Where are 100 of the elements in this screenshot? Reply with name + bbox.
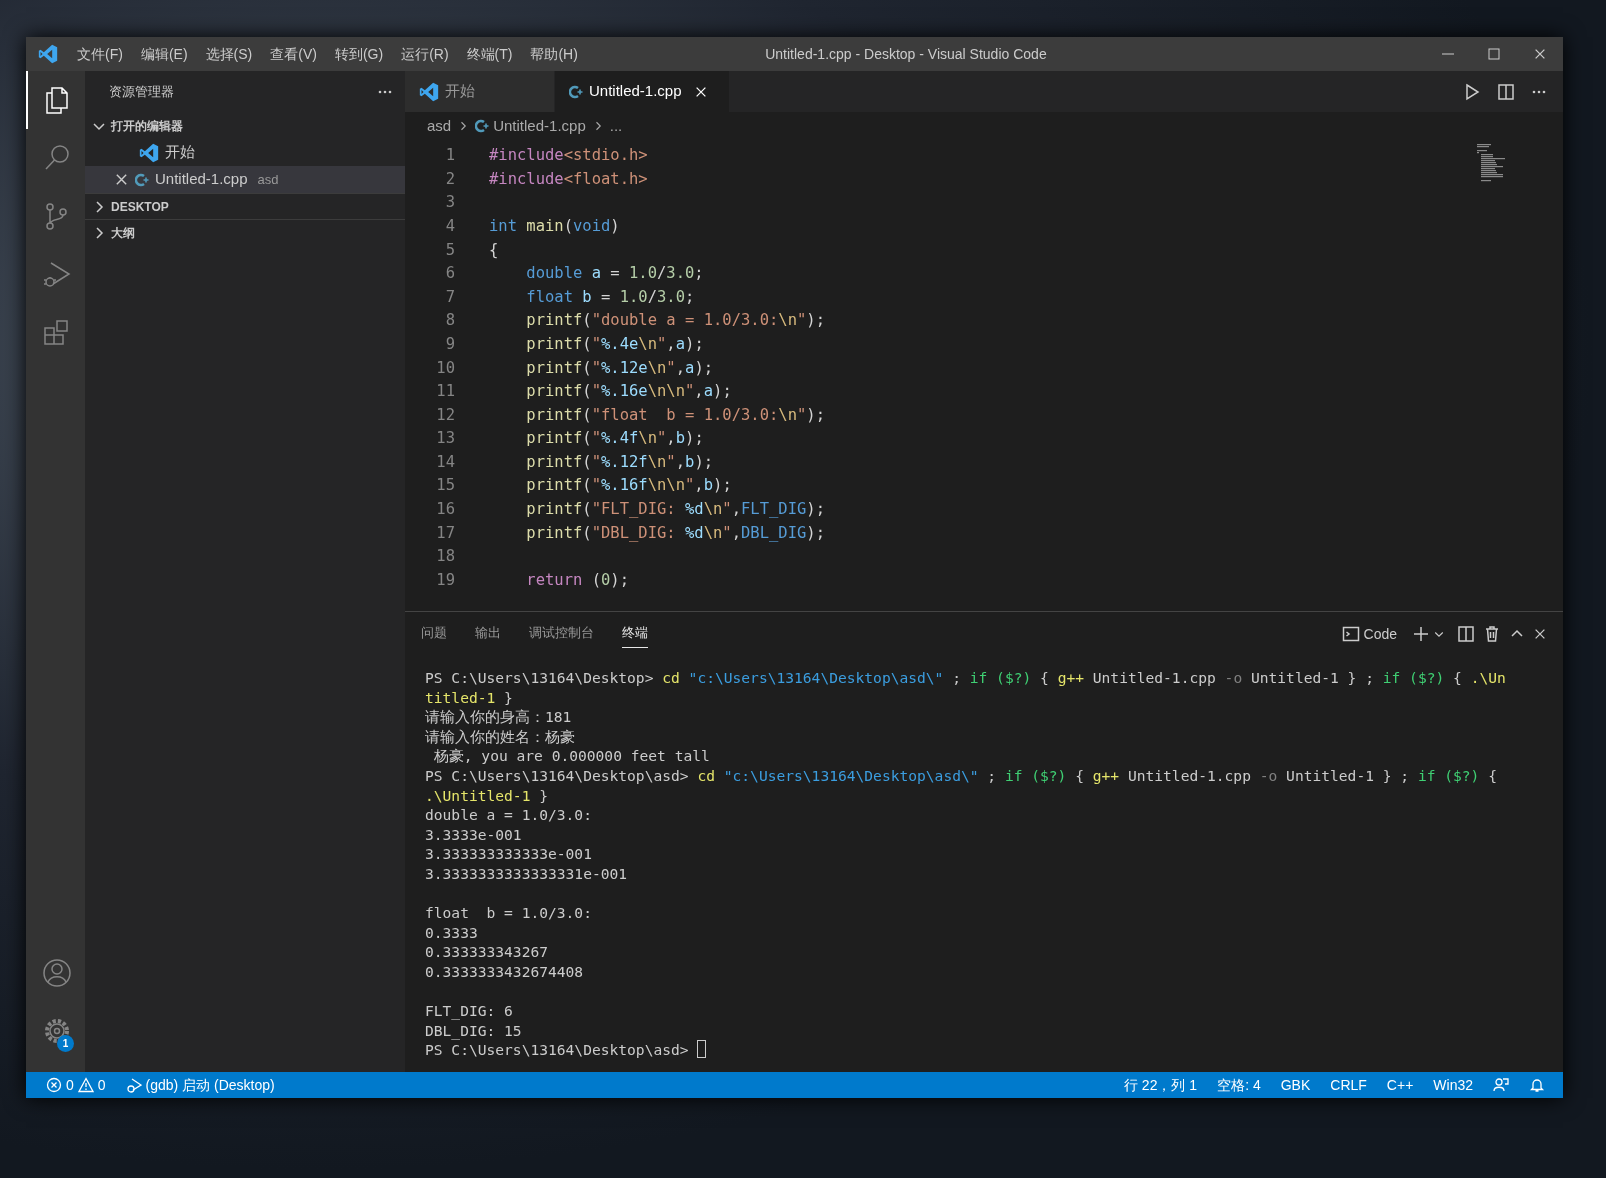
plus-icon <box>1413 626 1429 642</box>
open-editor-item[interactable]: Untitled-1.cpp asd <box>85 166 405 193</box>
warning-count: 0 <box>97 1075 106 1095</box>
cpp-file-icon <box>475 119 490 133</box>
close-icon <box>1533 47 1547 61</box>
terminal-line: 3.3333333333333331e-001 <box>425 863 629 884</box>
editor-tab[interactable]: Untitled-1.cpp <box>555 71 730 112</box>
line-number: 17 <box>435 522 455 544</box>
run-debug-icon <box>41 259 72 289</box>
status-item[interactable]: GBK <box>1270 1072 1321 1098</box>
terminal-line: 0.3333 <box>425 922 479 943</box>
terminal-selector[interactable]: Code <box>1337 621 1401 647</box>
terminal-icon <box>1341 625 1360 643</box>
status-item[interactable]: 空格: 4 <box>1207 1072 1271 1098</box>
menu-item[interactable]: 查看(V) <box>261 43 326 65</box>
breadcrumb-item[interactable]: ... <box>607 114 625 138</box>
error-icon <box>46 1077 62 1093</box>
line-number: 9 <box>444 333 455 355</box>
sidebar-title: 资源管理器 <box>109 83 174 102</box>
status-item[interactable]: 行 22，列 1 <box>1114 1072 1208 1098</box>
minimap-drawing <box>1477 144 1507 184</box>
notification-badge: 1 <box>57 1035 74 1052</box>
line-number: 6 <box>444 263 455 285</box>
code-line: return (0); <box>525 569 629 591</box>
editor-tab[interactable]: 开始 <box>405 71 555 112</box>
problems-status[interactable]: 0 0 <box>36 1072 116 1098</box>
breadcrumb-item[interactable]: asd <box>425 114 454 138</box>
menu-item[interactable]: 运行(R) <box>392 43 458 65</box>
split-editor-icon[interactable] <box>1497 82 1515 101</box>
section-header[interactable]: DESKTOP <box>85 193 405 219</box>
code-line: printf("%.16e\n\n",a); <box>525 381 732 403</box>
code-line: double a = 1.0/3.0; <box>525 263 704 285</box>
code-line: printf("FLT_DIG: %d\n",FLT_DIG); <box>525 499 826 521</box>
menu-item[interactable]: 编辑(E) <box>131 43 197 65</box>
status-item[interactable]: CRLF <box>1320 1072 1377 1098</box>
run-icon[interactable] <box>1463 82 1481 101</box>
panel-tab[interactable]: 问题 <box>421 620 447 648</box>
menu-item[interactable]: 转到(G) <box>325 43 393 65</box>
terminal-line: 0.333333343267 <box>425 942 549 962</box>
trash-icon[interactable] <box>1483 625 1501 643</box>
close-icon[interactable] <box>114 172 129 187</box>
menu-item[interactable]: 帮助(H) <box>521 43 587 65</box>
terminal-line: 杨豪, you are 0.000000 feet tall <box>432 746 711 766</box>
terminal-line: DBL_DIG: 15 <box>425 1020 523 1041</box>
terminal-line: .\Untitled-1 } <box>425 785 549 806</box>
folder-description: asd <box>257 170 279 189</box>
menu-item[interactable]: 终端(T) <box>457 43 522 65</box>
debug-status[interactable]: (gdb) 启动 (Desktop) <box>115 1072 285 1098</box>
line-number: 11 <box>435 381 455 403</box>
terminal-line: 3.333333333333e-001 <box>425 844 593 864</box>
panel-tab[interactable]: 调试控制台 <box>529 620 594 648</box>
terminal-line: double a = 1.0/3.0: <box>425 805 593 825</box>
line-number: 5 <box>444 239 455 261</box>
activity-bar-item[interactable]: 1 <box>26 1002 85 1060</box>
status-item[interactable]: C++ <box>1376 1072 1424 1098</box>
split-terminal-icon[interactable] <box>1457 625 1475 643</box>
accounts-icon <box>41 958 72 988</box>
breadcrumb-item[interactable]: Untitled-1.cpp <box>473 114 588 138</box>
open-editor-item[interactable]: 开始 <box>85 139 405 166</box>
error-count: 0 <box>66 1075 74 1095</box>
feedback-icon <box>1493 1077 1509 1093</box>
code-logo-icon <box>38 44 58 64</box>
line-number: 13 <box>435 428 455 450</box>
code-line: printf("DBL_DIG: %d\n",DBL_DIG); <box>525 522 826 544</box>
menu-item[interactable]: 选择(S) <box>196 43 262 65</box>
terminal-line: 0.3333333432674408 <box>425 961 585 982</box>
cpp-file-icon <box>135 172 149 187</box>
terminal-line: 3.3333e-001 <box>425 824 523 845</box>
code-line: printf("%.4f\n",b); <box>525 428 704 450</box>
code-line: printf("%.16f\n\n",b); <box>525 475 732 497</box>
code-line: printf("%.12e\n",a); <box>525 357 714 379</box>
terminal-line: 请输入你的姓名：杨豪 <box>425 726 576 747</box>
line-number: 1 <box>444 145 455 167</box>
terminal-line: PS C:\Users\13164\Desktop> cd "c:\Users\13164\Desktop\asd\" ; if ($?) { g++ Untitled-1.cpp -o Untitled-1 } ; if ($?) { .\Un <box>425 668 1507 688</box>
line-number: 19 <box>435 569 455 591</box>
line-number: 16 <box>435 499 455 521</box>
close-icon[interactable] <box>1533 627 1547 641</box>
code-line: printf("%.12f\n",b); <box>525 451 714 473</box>
line-number: 7 <box>444 286 455 308</box>
panel-tab[interactable]: 输出 <box>475 620 501 648</box>
line-number: 3 <box>444 192 455 214</box>
code-line: float b = 1.0/3.0; <box>525 286 695 308</box>
code-line: printf("float b = 1.0/3.0:\n"); <box>525 404 825 426</box>
line-number: 8 <box>444 310 455 332</box>
terminal-line: FLT_DIG: 6 <box>425 1001 514 1021</box>
menu-item[interactable]: 文件(F) <box>68 43 132 65</box>
terminal-line: PS C:\Users\13164\Desktop\asd> cd "c:\Users\13164\Desktop\asd\" ; if ($?) { g++ Untitled-1.cpp -o Untitled-1 } ; if ($?) { <box>425 765 1498 786</box>
terminal-line: float b = 1.0/3.0: <box>425 903 593 923</box>
section-header[interactable]: 大纲 <box>85 219 405 245</box>
file-name: Untitled-1.cpp <box>155 169 248 190</box>
terminal-line: 请输入你的身高：181 <box>425 707 573 727</box>
code-line: int main(void) <box>489 215 620 237</box>
line-number: 12 <box>435 404 455 426</box>
debug-run-icon <box>125 1077 142 1093</box>
section-header[interactable]: 打开的编辑器 <box>85 113 405 139</box>
window-title: Untitled-1.cpp - Desktop - Visual Studio Code <box>765 44 1047 64</box>
status-item[interactable]: Win32 <box>1423 1072 1483 1098</box>
code-line: printf("%.4e\n",a); <box>525 333 704 355</box>
line-number: 14 <box>435 451 455 473</box>
panel-tab[interactable]: 终端 <box>622 620 648 648</box>
